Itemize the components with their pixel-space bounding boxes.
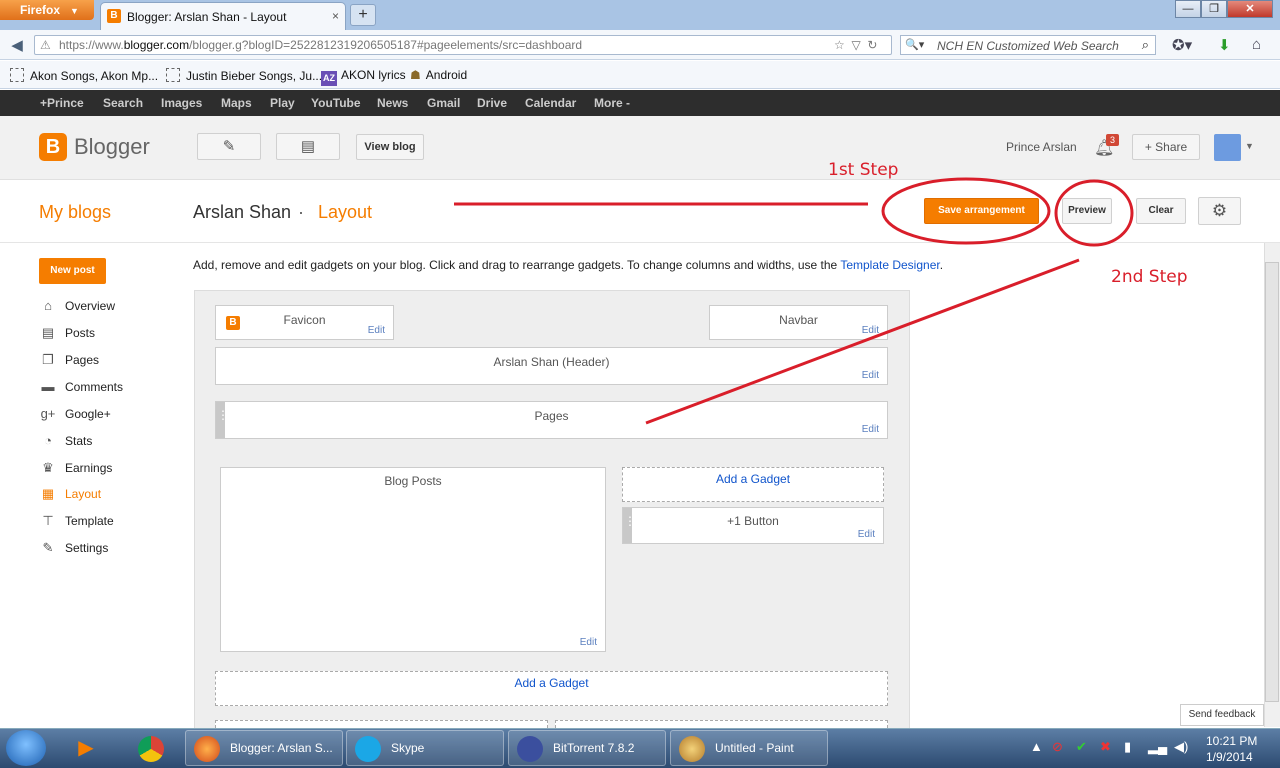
paint-icon — [679, 736, 705, 762]
annotation-step1: 1st Step — [828, 160, 899, 180]
task-label: Skype — [391, 741, 425, 755]
firefox-icon — [194, 736, 220, 762]
task-label: BitTorrent 7.8.2 — [553, 741, 635, 755]
start-button[interactable] — [6, 730, 46, 766]
task-label: Untitled - Paint — [715, 741, 794, 755]
network-error-icon[interactable]: ✖ — [1100, 739, 1111, 755]
signal-icon[interactable]: ▂▄ — [1148, 739, 1167, 755]
clock-date[interactable]: 1/9/2014 — [1206, 750, 1253, 764]
taskbar-task[interactable]: Skype — [346, 730, 504, 766]
chrome-icon[interactable] — [131, 731, 171, 765]
media-player-icon[interactable]: ▶ — [66, 731, 106, 765]
bittorrent-icon — [517, 736, 543, 762]
taskbar-task[interactable]: Blogger: Arslan S... — [185, 730, 343, 766]
volume-icon[interactable]: ◀) — [1174, 739, 1188, 755]
task-label: Blogger: Arslan S... — [230, 741, 333, 755]
annotation-overlay — [454, 177, 1134, 425]
battery-icon[interactable]: ▮ — [1124, 739, 1131, 755]
annotation-circle — [881, 177, 1051, 245]
tray-expand-icon[interactable]: ▲ — [1030, 739, 1043, 754]
skype-icon — [355, 736, 381, 762]
security-tray-icon[interactable]: ⊘ — [1052, 739, 1063, 755]
taskbar-task[interactable]: Untitled - Paint — [670, 730, 828, 766]
annotation-step2: 2nd Step — [1111, 267, 1188, 287]
taskbar-task[interactable]: BitTorrent 7.8.2 — [508, 730, 666, 766]
annotation-line — [645, 258, 1080, 425]
annotation-circle — [1054, 179, 1134, 247]
shield-tray-icon[interactable]: ✔ — [1076, 739, 1087, 755]
clock-time[interactable]: 10:21 PM — [1206, 734, 1257, 748]
